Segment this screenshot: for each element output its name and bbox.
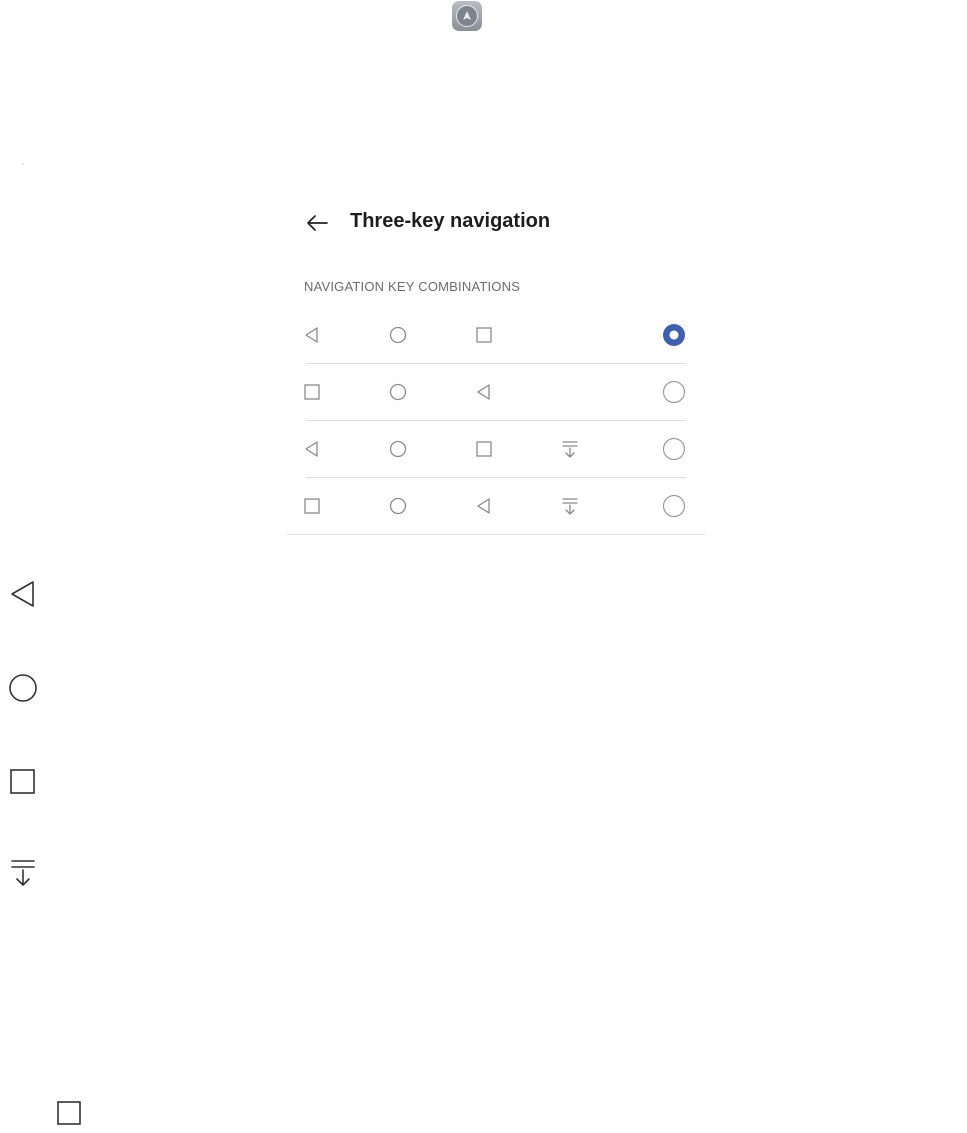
radio-unselected[interactable] [662, 437, 686, 461]
combination-row-3[interactable] [305, 421, 686, 478]
back-triangle-icon [474, 496, 494, 516]
recent-square-icon [302, 496, 322, 516]
home-circle-icon [388, 382, 408, 402]
combination-row-4[interactable] [287, 478, 705, 535]
radio-unselected[interactable] [662, 380, 686, 404]
radio-selected[interactable] [662, 323, 686, 347]
stray-dot [22, 163, 24, 165]
radio-unselected[interactable] [662, 494, 686, 518]
back-triangle-icon [474, 382, 494, 402]
combination-row-2[interactable] [304, 364, 686, 421]
notification-pull-down-icon [8, 856, 40, 888]
recent-square-icon [302, 382, 322, 402]
recent-square-icon [474, 439, 494, 459]
notification-pull-down-icon [560, 439, 580, 459]
home-circle-icon [388, 496, 408, 516]
combination-list [287, 307, 705, 535]
section-label: NAVIGATION KEY COMBINATIONS [304, 279, 521, 294]
combination-row-1[interactable] [305, 307, 686, 364]
page-title: Three-key navigation [350, 210, 551, 232]
back-triangle-icon [8, 578, 40, 610]
home-circle-icon [388, 325, 408, 345]
navigation-settings-panel: Three-key navigation NAVIGATION KEY COMB… [287, 195, 705, 535]
home-circle-icon [8, 672, 40, 704]
app-logo-icon [452, 1, 482, 31]
recent-square-icon [474, 325, 494, 345]
recent-square-icon [8, 766, 40, 798]
back-triangle-icon [302, 439, 322, 459]
home-circle-icon [388, 439, 408, 459]
notification-pull-down-icon [560, 496, 580, 516]
header: Three-key navigation [287, 195, 705, 251]
recent-square-icon [56, 1100, 84, 1128]
back-arrow-icon[interactable] [303, 209, 331, 237]
back-triangle-icon [302, 325, 322, 345]
